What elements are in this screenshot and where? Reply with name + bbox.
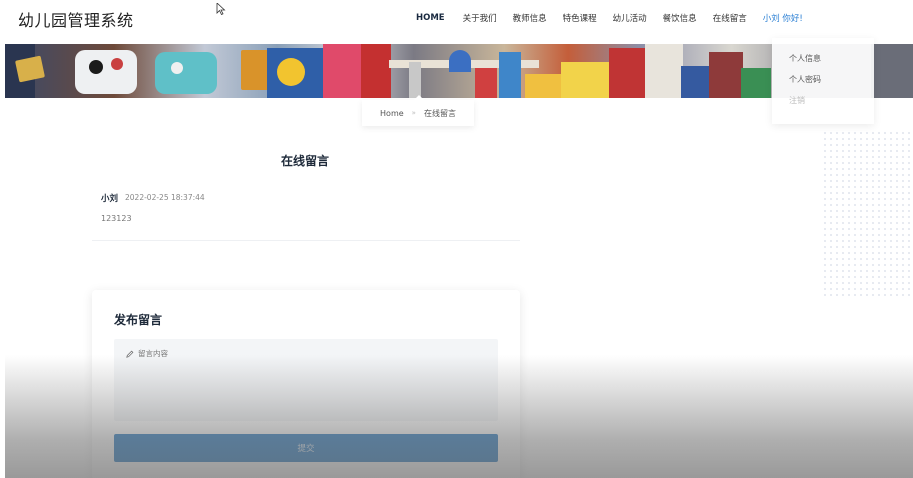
nav-user-greeting[interactable]: 小刘 你好! (763, 12, 803, 24)
message-author: 小刘 (101, 194, 119, 204)
nav-messages[interactable]: 在线留言 (713, 12, 747, 24)
nav-teachers[interactable]: 教师信息 (513, 12, 547, 24)
nav-home[interactable]: HOME (416, 13, 445, 23)
user-dropdown-menu: 个人信息 个人密码 注销 (772, 38, 874, 124)
post-message-title: 发布留言 (114, 313, 163, 327)
main-nav: HOME 关于我们 教师信息 特色课程 幼儿活动 餐饮信息 在线留言 小刘 你好… (416, 12, 803, 24)
breadcrumb-current: 在线留言 (423, 108, 456, 118)
site-logo[interactable]: 幼儿园管理系统 (18, 7, 134, 31)
dropdown-item-logout[interactable]: 注销 (772, 94, 874, 115)
breadcrumb: Home » 在线留言 (362, 95, 474, 126)
message-content-input[interactable]: 留言内容 (114, 339, 498, 421)
dropdown-item-profile[interactable]: 个人信息 (772, 52, 874, 73)
dropdown-item-password[interactable]: 个人密码 (772, 73, 874, 94)
message-divider (92, 240, 520, 241)
message-timestamp: 2022-02-25 18:37:44 (125, 193, 205, 202)
nav-meals[interactable]: 餐饮信息 (663, 12, 697, 24)
nav-activities[interactable]: 幼儿活动 (613, 12, 647, 24)
message-content: 123123 (101, 214, 132, 223)
messages-title: 在线留言 (280, 154, 329, 168)
dot-pattern-decoration (822, 130, 913, 300)
submit-button[interactable]: 提交 (114, 434, 498, 462)
mouse-cursor-icon (216, 3, 226, 15)
post-message-card: 发布留言 留言内容 提交 (92, 290, 520, 478)
breadcrumb-separator: » (411, 109, 416, 117)
pencil-icon (126, 350, 134, 358)
breadcrumb-home-link[interactable]: Home (380, 109, 404, 118)
nav-about[interactable]: 关于我们 (463, 12, 497, 24)
message-content-placeholder: 留言内容 (138, 349, 168, 358)
nav-courses[interactable]: 特色课程 (563, 12, 597, 24)
